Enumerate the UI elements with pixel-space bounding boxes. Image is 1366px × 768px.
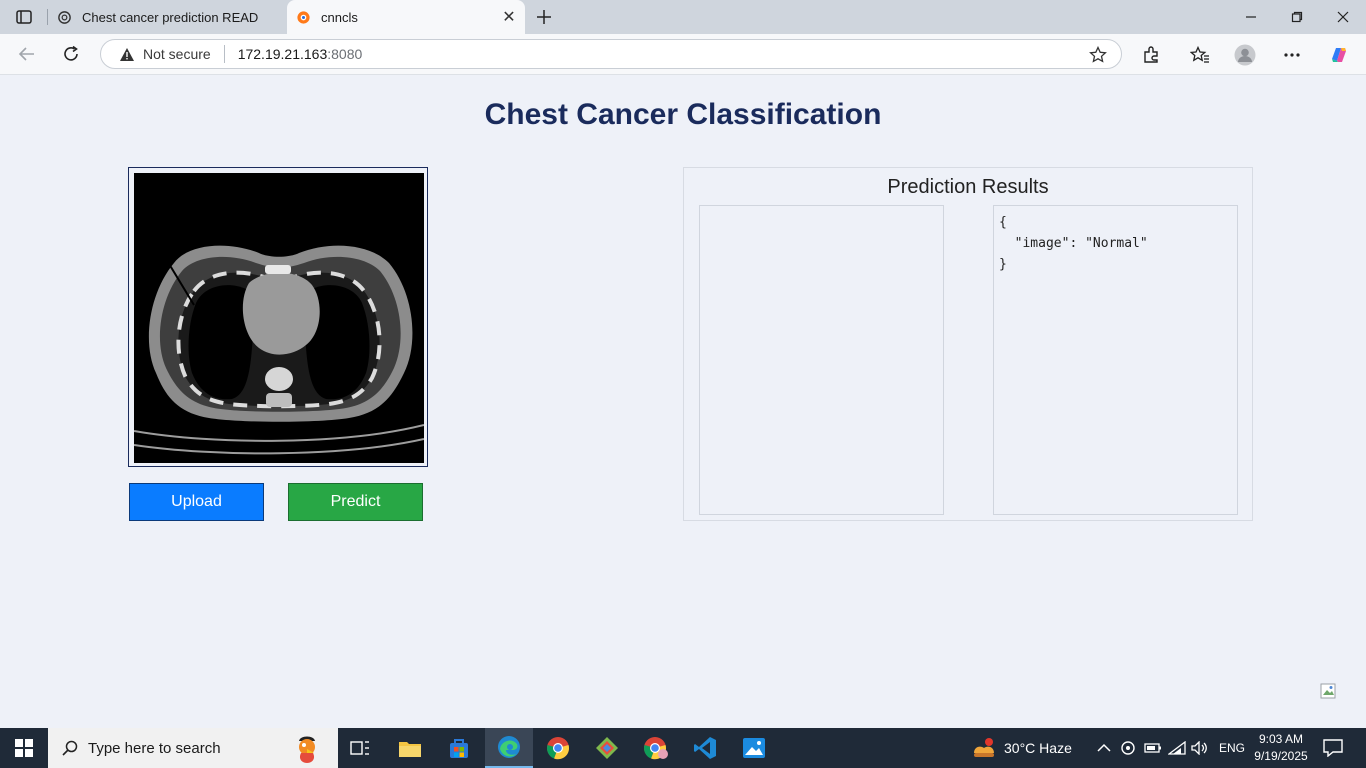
favorites-icon[interactable] (1188, 43, 1212, 67)
address-divider (223, 45, 225, 63)
address-bar[interactable]: Not secure 172.19.21.163:8080 (100, 39, 1122, 69)
weather-widget[interactable]: 30°C Haze (972, 728, 1072, 768)
results-title: Prediction Results (887, 176, 1049, 198)
page-title: Chest Cancer Classification (484, 98, 882, 131)
tab-cnncls[interactable]: cnncls ✕ (287, 0, 525, 34)
wifi-icon[interactable] (1168, 728, 1186, 768)
clock-date: 9/19/2025 (1254, 749, 1308, 763)
weather-text: 30°C Haze (1004, 740, 1072, 756)
weather-icon (974, 738, 994, 757)
profile-avatar-icon[interactable] (1233, 43, 1257, 67)
windows-start-icon[interactable] (0, 728, 48, 768)
vscode-icon[interactable] (681, 728, 729, 768)
refresh-icon[interactable] (56, 40, 86, 68)
restore-icon[interactable] (1274, 0, 1320, 34)
clock-time: 9:03 AM (1258, 732, 1304, 746)
show-hidden-icons[interactable] (1097, 728, 1111, 768)
more-options-icon[interactable] (1280, 43, 1304, 67)
new-tab-icon[interactable] (532, 5, 556, 29)
tab-actions-icon[interactable] (10, 6, 38, 28)
chatgpt-icon (56, 9, 72, 25)
edge-browser-icon[interactable] (485, 728, 533, 768)
image-preview (128, 167, 428, 467)
file-explorer-icon[interactable] (386, 728, 434, 768)
tab-title: cnncls (321, 9, 358, 25)
search-placeholder: Type here to search (88, 739, 221, 757)
taskbar-search-box[interactable]: Type here to search (48, 728, 338, 768)
security-label[interactable]: Not secure (143, 46, 211, 62)
copilot-icon[interactable] (1327, 43, 1351, 67)
prediction-results-panel: Prediction Results { "image": "Normal" } (683, 167, 1253, 521)
url-port[interactable]: :8080 (327, 46, 362, 62)
photos-icon[interactable] (730, 728, 778, 768)
taskbar-clock[interactable]: 9:03 AM 9/19/2025 (1248, 731, 1314, 765)
tab-title: Chest cancer prediction README (82, 9, 258, 25)
task-view-icon[interactable] (336, 728, 384, 768)
chrome-profile-icon[interactable] (632, 728, 680, 768)
address-toolbar: Not secure 172.19.21.163:8080 (0, 34, 1366, 75)
ct-scan-image (134, 173, 424, 463)
git-tool-icon[interactable] (583, 728, 631, 768)
back-icon[interactable] (12, 40, 42, 68)
chrome-icon[interactable] (534, 728, 582, 768)
broken-image-icon (1320, 683, 1336, 699)
results-left-box (699, 205, 944, 515)
results-json-box: { "image": "Normal" } (993, 205, 1238, 515)
volume-icon[interactable] (1191, 728, 1209, 768)
close-tab-icon[interactable]: ✕ (497, 5, 521, 29)
result-json-text: { "image": "Normal" } (999, 215, 1148, 272)
predict-button[interactable]: Predict (288, 483, 423, 521)
site-icon (295, 9, 311, 25)
close-window-icon[interactable] (1320, 0, 1366, 34)
extensions-icon[interactable] (1139, 43, 1163, 67)
browser-tab-bar: Chest cancer prediction README ✕ cnncls … (0, 0, 1366, 34)
microsoft-store-icon[interactable] (435, 728, 483, 768)
page-content: Chest Cancer Classification Upload Predi… (0, 75, 1366, 728)
tab-readme[interactable]: Chest cancer prediction README ✕ (48, 0, 286, 34)
upload-button[interactable]: Upload (129, 483, 264, 521)
camera-tray-icon[interactable] (1120, 728, 1136, 768)
url-host[interactable]: 172.19.21.163 (238, 46, 328, 62)
notifications-icon[interactable] (1323, 728, 1343, 768)
language-indicator[interactable]: ENG (1219, 728, 1245, 768)
battery-icon[interactable] (1144, 728, 1162, 768)
search-icon (62, 740, 78, 756)
warning-icon[interactable] (119, 46, 135, 62)
favorite-star-icon[interactable] (1089, 45, 1107, 64)
windows-taskbar: Type here to search 30°C Haze ENG 9:03 A… (0, 728, 1366, 768)
minimize-icon[interactable] (1228, 0, 1274, 34)
search-highlight-icon[interactable] (290, 731, 324, 765)
